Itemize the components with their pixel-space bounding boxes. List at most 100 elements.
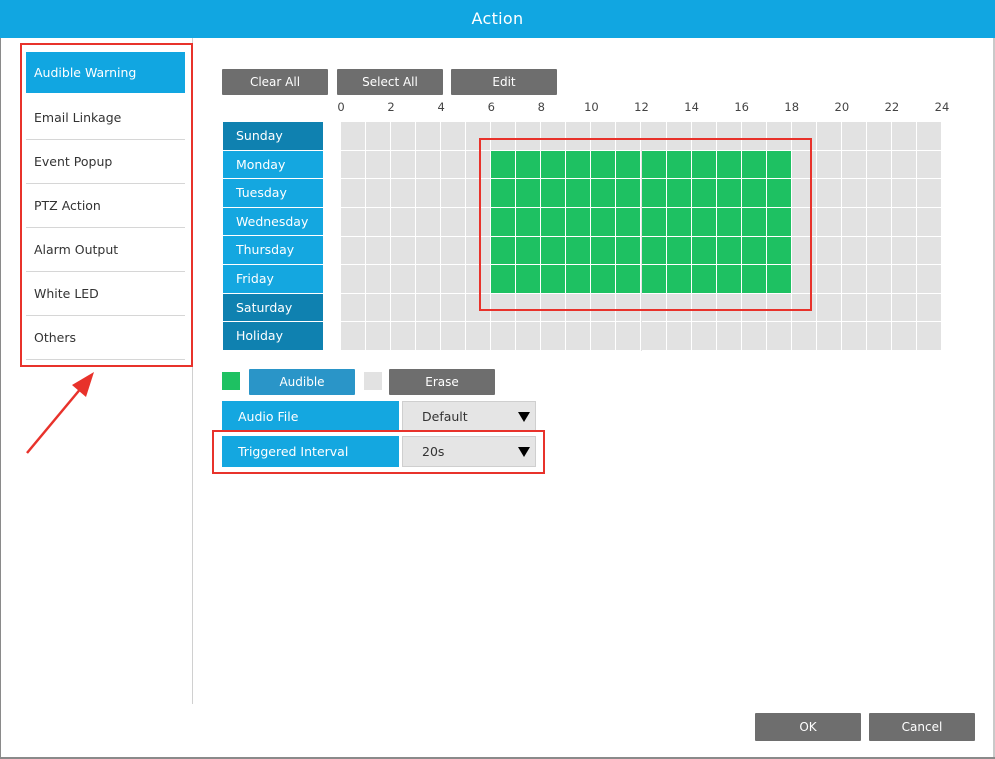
schedule-cell[interactable] — [516, 179, 542, 208]
schedule-cell[interactable] — [841, 236, 867, 266]
schedule-cell[interactable] — [766, 122, 792, 151]
day-label-friday[interactable]: Friday — [223, 264, 323, 294]
schedule-cell[interactable] — [866, 293, 892, 323]
schedule-cell[interactable] — [641, 265, 667, 294]
schedule-cell[interactable] — [666, 322, 692, 351]
schedule-cell[interactable] — [541, 150, 567, 180]
day-label-monday[interactable]: Monday — [223, 150, 323, 180]
schedule-cell[interactable] — [691, 150, 717, 180]
schedule-cell[interactable] — [641, 150, 667, 180]
schedule-cell[interactable] — [916, 293, 942, 323]
schedule-cell[interactable] — [916, 207, 942, 237]
sidebar-item-email-linkage[interactable]: Email Linkage — [26, 96, 185, 140]
schedule-cell[interactable] — [691, 236, 717, 266]
schedule-cell[interactable] — [341, 265, 367, 294]
schedule-cell[interactable] — [741, 179, 767, 208]
schedule-cell[interactable] — [516, 150, 542, 180]
schedule-cell[interactable] — [666, 236, 692, 266]
schedule-cell[interactable] — [641, 122, 667, 151]
select-all-button[interactable]: Select All — [337, 69, 443, 95]
schedule-cell[interactable] — [691, 293, 717, 323]
schedule-cell[interactable] — [416, 236, 442, 266]
schedule-cell[interactable] — [716, 236, 742, 266]
schedule-cell[interactable] — [916, 150, 942, 180]
schedule-cell[interactable] — [566, 236, 592, 266]
schedule-cell[interactable] — [591, 293, 617, 323]
schedule-cell[interactable] — [841, 150, 867, 180]
schedule-cell[interactable] — [491, 122, 517, 151]
schedule-cell[interactable] — [791, 122, 817, 151]
schedule-cell[interactable] — [341, 207, 367, 237]
schedule-cell[interactable] — [491, 265, 517, 294]
schedule-cell[interactable] — [391, 122, 417, 151]
schedule-cell[interactable] — [541, 322, 567, 351]
schedule-cell[interactable] — [916, 265, 942, 294]
schedule-cell[interactable] — [491, 179, 517, 208]
schedule-cell[interactable] — [441, 207, 467, 237]
schedule-cell[interactable] — [641, 293, 667, 323]
schedule-cell[interactable] — [841, 293, 867, 323]
schedule-cell[interactable] — [441, 179, 467, 208]
schedule-cell[interactable] — [816, 265, 842, 294]
erase-button[interactable]: Erase — [389, 369, 495, 395]
schedule-cell[interactable] — [691, 207, 717, 237]
schedule-cell[interactable] — [466, 122, 492, 151]
schedule-cell[interactable] — [591, 236, 617, 266]
schedule-cell[interactable] — [566, 322, 592, 351]
schedule-cell[interactable] — [416, 293, 442, 323]
schedule-cell[interactable] — [416, 322, 442, 351]
schedule-cell[interactable] — [366, 207, 392, 237]
schedule-cell[interactable] — [416, 150, 442, 180]
schedule-cell[interactable] — [591, 150, 617, 180]
schedule-cell[interactable] — [616, 150, 642, 180]
schedule-cell[interactable] — [841, 207, 867, 237]
schedule-cell[interactable] — [516, 122, 542, 151]
schedule-cell[interactable] — [891, 122, 917, 151]
schedule-cell[interactable] — [591, 179, 617, 208]
schedule-cell[interactable] — [891, 150, 917, 180]
schedule-cell[interactable] — [466, 207, 492, 237]
schedule-cell[interactable] — [766, 322, 792, 351]
schedule-cell[interactable] — [741, 236, 767, 266]
schedule-cell[interactable] — [466, 322, 492, 351]
schedule-cell[interactable] — [866, 179, 892, 208]
schedule-cell[interactable] — [816, 236, 842, 266]
schedule-cell[interactable] — [416, 179, 442, 208]
schedule-cell[interactable] — [391, 265, 417, 294]
schedule-cell[interactable] — [791, 150, 817, 180]
schedule-cell[interactable] — [741, 207, 767, 237]
schedule-cell[interactable] — [391, 207, 417, 237]
sidebar-item-white-led[interactable]: White LED — [26, 272, 185, 316]
schedule-cell[interactable] — [666, 150, 692, 180]
schedule-cell[interactable] — [566, 122, 592, 151]
schedule-cell[interactable] — [341, 150, 367, 180]
sidebar-item-alarm-output[interactable]: Alarm Output — [26, 228, 185, 272]
schedule-grid[interactable] — [341, 122, 942, 351]
schedule-cell[interactable] — [516, 265, 542, 294]
schedule-cell[interactable] — [391, 150, 417, 180]
schedule-cell[interactable] — [541, 179, 567, 208]
schedule-cell[interactable] — [816, 322, 842, 351]
schedule-cell[interactable] — [416, 265, 442, 294]
schedule-cell[interactable] — [591, 322, 617, 351]
schedule-cell[interactable] — [841, 179, 867, 208]
sidebar-item-ptz-action[interactable]: PTZ Action — [26, 184, 185, 228]
schedule-cell[interactable] — [541, 236, 567, 266]
schedule-cell[interactable] — [916, 322, 942, 351]
schedule-cell[interactable] — [591, 207, 617, 237]
day-label-saturday[interactable]: Saturday — [223, 293, 323, 323]
schedule-cell[interactable] — [341, 236, 367, 266]
schedule-cell[interactable] — [441, 293, 467, 323]
schedule-cell[interactable] — [741, 322, 767, 351]
schedule-cell[interactable] — [341, 122, 367, 151]
schedule-cell[interactable] — [716, 179, 742, 208]
schedule-cell[interactable] — [916, 122, 942, 151]
day-label-thursday[interactable]: Thursday — [223, 236, 323, 265]
schedule-cell[interactable] — [716, 150, 742, 180]
schedule-cell[interactable] — [716, 265, 742, 294]
schedule-cell[interactable] — [491, 322, 517, 351]
schedule-cell[interactable] — [441, 236, 467, 266]
sidebar-item-others[interactable]: Others — [26, 316, 185, 360]
schedule-cell[interactable] — [391, 236, 417, 266]
schedule-cell[interactable] — [916, 236, 942, 266]
